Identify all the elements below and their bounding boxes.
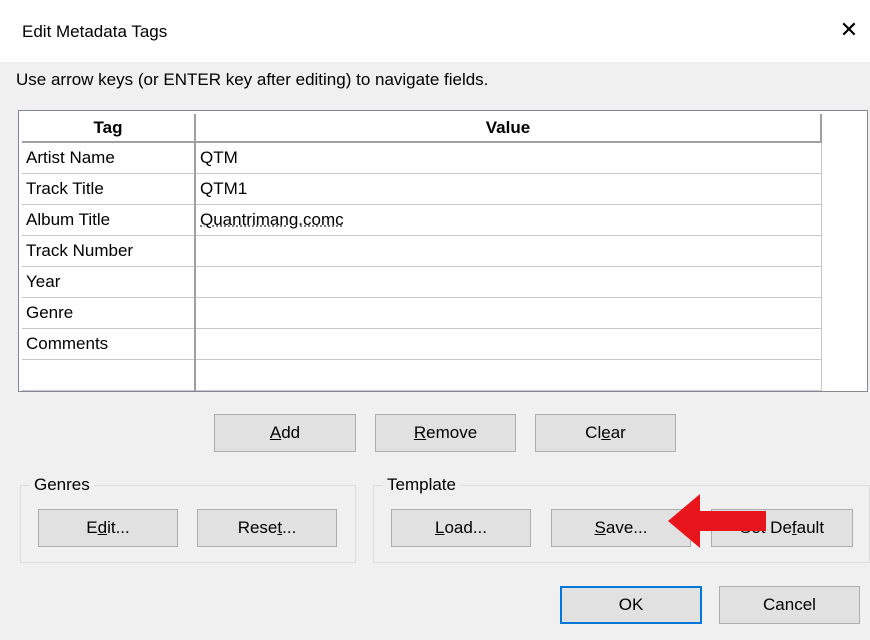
tag-cell: Comments: [22, 328, 196, 360]
value-cell[interactable]: [195, 297, 822, 329]
load-template-button[interactable]: Load...: [391, 509, 531, 547]
close-icon: ✕: [839, 17, 859, 42]
tag-cell: Artist Name: [22, 142, 196, 174]
value-cell[interactable]: [195, 328, 822, 360]
tag-cell: Genre: [22, 297, 196, 329]
value-cell[interactable]: [195, 235, 822, 267]
tag-cell: Track Number: [22, 235, 196, 267]
table-row[interactable]: Year: [22, 266, 822, 298]
tag-cell: Album Title: [22, 204, 196, 236]
table-row[interactable]: Album Title Quantrimang.comc: [22, 204, 822, 236]
genres-group-label: Genres: [30, 475, 94, 495]
metadata-table: Tag Value Artist Name QTM Track Title QTM1 A…: [18, 110, 868, 392]
template-group-label: Template: [383, 475, 460, 495]
reset-genres-button[interactable]: Rese t...: [197, 509, 337, 547]
table-row[interactable]: Track Title QTM1: [22, 173, 822, 205]
table-row[interactable]: [22, 359, 822, 391]
table-row[interactable]: Genre: [22, 297, 822, 329]
edit-genres-button[interactable]: Ed it...: [38, 509, 178, 547]
column-header-value[interactable]: Value: [195, 114, 822, 143]
value-cell[interactable]: [195, 266, 822, 298]
cancel-button[interactable]: Cancel: [719, 586, 860, 624]
table-row[interactable]: Artist Name QTM: [22, 142, 822, 174]
value-cell[interactable]: [195, 359, 822, 391]
table-row[interactable]: Comments: [22, 328, 822, 360]
window-title: Edit Metadata Tags: [22, 22, 168, 41]
value-cell[interactable]: QTM1: [195, 173, 822, 205]
ok-button[interactable]: OK: [560, 586, 702, 624]
value-cell[interactable]: Quantrimang.comc: [195, 204, 822, 236]
tag-cell: Track Title: [22, 173, 196, 205]
title-bar: Edit Metadata Tags ✕: [0, 0, 870, 62]
table-row[interactable]: Track Number: [22, 235, 822, 267]
value-cell[interactable]: QTM: [195, 142, 822, 174]
remove-button[interactable]: Remove: [375, 414, 516, 452]
instruction-text: Use arrow keys (or ENTER key after editi…: [16, 70, 489, 89]
column-header-tag[interactable]: Tag: [22, 114, 196, 143]
tag-cell: [22, 359, 196, 391]
clear-button[interactable]: Cl e ar: [535, 414, 676, 452]
add-button[interactable]: Add: [214, 414, 356, 452]
annotation-arrow-icon: [668, 494, 766, 548]
close-button[interactable]: ✕: [828, 12, 870, 48]
tag-cell: Year: [22, 266, 196, 298]
